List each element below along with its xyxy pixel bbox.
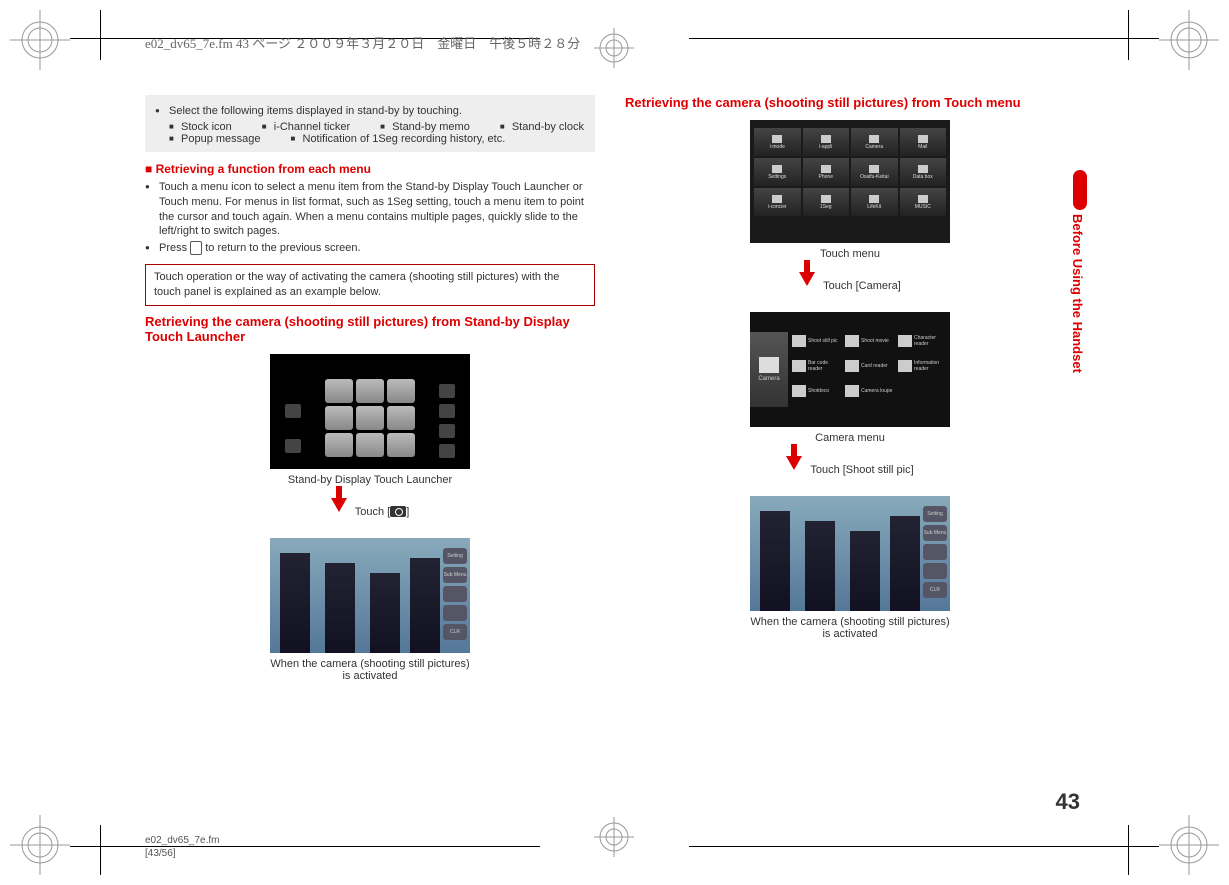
cam-btn <box>443 605 467 621</box>
touch-menu-item: LifeKit <box>851 188 898 216</box>
standby-item: Stock icon <box>169 121 232 133</box>
body-bullet: Press to return to the previous screen. <box>145 241 595 256</box>
cropbar <box>100 825 101 875</box>
camera-icon <box>390 506 406 517</box>
touch-menu-item: Phone <box>803 158 850 186</box>
arrow-label: Touch [] <box>355 506 410 518</box>
camera-menu-item: Shoot still pic <box>792 330 842 352</box>
standby-item: Stand-by clock <box>500 121 584 133</box>
camera-menu-figure: Camera Shoot still picShoot movieCharact… <box>750 312 950 427</box>
camera-active-figure: Setting Sub Menu CLR <box>270 538 470 653</box>
cam-btn: CLR <box>923 582 947 598</box>
cam-btn <box>923 563 947 579</box>
arrow-down-icon <box>331 498 347 512</box>
cropbar <box>1128 10 1129 60</box>
cam-btn: Sub Menu <box>923 525 947 541</box>
touch-menu-figure: i-modei-appliCameraMail SettingsPhoneOsai… <box>750 120 950 243</box>
cam-btn: Sub Menu <box>443 567 467 583</box>
header-path: e02_dv65_7e.fm 43 ページ ２００９年３月２０日 金曜日 午後５… <box>145 33 580 52</box>
arrow-label: Touch [Camera] <box>823 280 901 292</box>
standby-item: Notification of 1Seg recording history, … <box>291 133 506 145</box>
cam-btn: Setting <box>923 506 947 522</box>
arrow-label: Touch [Shoot still pic] <box>810 464 913 476</box>
standby-items-box: Select the following items displayed in … <box>145 95 595 152</box>
camera-menu-item: Card reader <box>845 355 895 377</box>
standby-item: Stand-by memo <box>380 121 470 133</box>
regmark-tl <box>10 10 70 70</box>
regmark-bl <box>10 815 70 875</box>
camera-active-figure: Setting Sub Menu CLR <box>750 496 950 611</box>
standby-item: Popup message <box>169 133 261 145</box>
figure-caption: When the camera (shooting still pictures… <box>750 616 950 640</box>
touch-menu-item: 1Seg <box>803 188 850 216</box>
note-box: Touch operation or the way of activating… <box>145 264 595 306</box>
arrow-down-icon <box>786 456 802 470</box>
cropbar <box>100 10 101 60</box>
touch-menu-item: MUSIC <box>900 188 947 216</box>
standby-launcher-figure <box>270 354 470 469</box>
touch-menu-item: i-mode <box>754 128 801 156</box>
side-tab: Before Using the Handset <box>1070 170 1090 390</box>
figure-caption: Camera menu <box>625 432 1075 444</box>
camera-menu-item: Character reader <box>898 330 948 352</box>
camera-menu-item: Bar code reader <box>792 355 842 377</box>
page-number: 43 <box>1056 789 1080 815</box>
regmark-tr <box>1159 10 1219 70</box>
cropbar <box>689 38 1159 39</box>
cam-btn: CLR <box>443 624 467 640</box>
touch-menu-item: Mail <box>900 128 947 156</box>
touch-menu-item: i-concier <box>754 188 801 216</box>
camera-menu-item: Information reader <box>898 355 948 377</box>
subsection-heading: Retrieving the camera (shooting still pi… <box>625 95 1075 110</box>
figure-caption: Stand-by Display Touch Launcher <box>145 474 595 486</box>
touch-menu-item: Settings <box>754 158 801 186</box>
camera-menu-item: Shoot movie <box>845 330 895 352</box>
regmark-br <box>1159 815 1219 875</box>
cam-btn: Setting <box>443 548 467 564</box>
camera-menu-item: Camera loupe <box>845 380 895 402</box>
camera-menu-item: Shotdeco <box>792 380 842 402</box>
cam-btn <box>923 544 947 560</box>
touch-menu-item: Osaifu-Keitai <box>851 158 898 186</box>
arrow-down-icon <box>799 272 815 286</box>
regmark-tc <box>584 10 644 70</box>
section-heading: ■ Retrieving a function from each menu <box>145 162 595 176</box>
footer-path: e02_dv65_7e.fm [43/56] <box>145 834 220 860</box>
cropbar <box>1128 825 1129 875</box>
body-bullet: Touch a menu icon to select a menu item … <box>145 180 595 239</box>
subsection-heading: Retrieving the camera (shooting still pi… <box>145 314 595 344</box>
standby-intro: Select the following items displayed in … <box>155 104 585 119</box>
touch-menu-item: Data box <box>900 158 947 186</box>
cropbar <box>689 846 1159 847</box>
figure-caption: When the camera (shooting still pictures… <box>270 658 470 682</box>
standby-item: i-Channel ticker <box>262 121 350 133</box>
touch-menu-item: Camera <box>851 128 898 156</box>
regmark-bc <box>584 815 644 875</box>
cropbar <box>70 846 540 847</box>
cam-btn <box>443 586 467 602</box>
touch-menu-item: i-appli <box>803 128 850 156</box>
clr-key-icon <box>190 241 202 255</box>
figure-caption: Touch menu <box>625 248 1075 260</box>
